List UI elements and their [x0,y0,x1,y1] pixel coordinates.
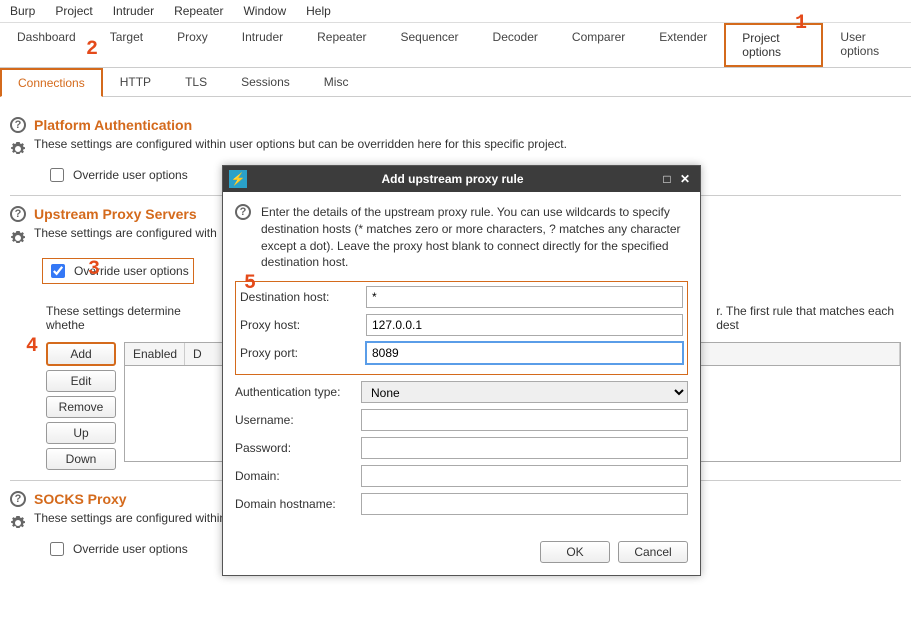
subtab-misc[interactable]: Misc [307,68,366,96]
menu-window[interactable]: Window [243,4,286,18]
callout-1: 1 [795,12,807,35]
label-proxy-port: Proxy port: [240,346,358,360]
tab-user-options[interactable]: User options [823,23,911,67]
label-password: Password: [235,441,353,455]
gear-icon[interactable] [10,515,26,531]
gear-icon[interactable] [10,141,26,157]
sub-tabbar: Connections HTTP TLS Sessions Misc [0,68,911,97]
label-domain-hostname: Domain hostname: [235,497,353,511]
up-button[interactable]: Up [46,422,116,444]
tab-intruder[interactable]: Intruder [225,23,300,67]
help-icon[interactable]: ? [10,117,26,133]
callout-3: 3 [88,258,100,281]
input-domain-hostname[interactable] [361,493,688,515]
input-dest-host[interactable] [366,286,683,308]
tab-comparer[interactable]: Comparer [555,23,642,67]
tab-target[interactable]: Target [93,23,160,67]
label-auth-type: Authentication type: [235,385,353,399]
section-desc-upstream: These settings are configured with [34,226,217,240]
override-label-socks: Override user options [73,542,188,556]
help-icon[interactable]: ? [235,204,251,220]
section-desc-platform-auth: These settings are configured within use… [34,137,567,151]
menu-burp[interactable]: Burp [10,4,35,18]
tab-sequencer[interactable]: Sequencer [384,23,476,67]
remove-button[interactable]: Remove [46,396,116,418]
select-auth-type[interactable]: None [361,381,688,403]
override-checkbox-platform[interactable] [50,168,64,182]
override-checkbox-upstream[interactable] [51,264,65,278]
input-username[interactable] [361,409,688,431]
close-icon[interactable]: ✕ [676,170,694,188]
gear-icon[interactable] [10,230,26,246]
subtab-http[interactable]: HTTP [103,68,168,96]
input-domain[interactable] [361,465,688,487]
help-icon[interactable]: ? [10,491,26,507]
menu-help[interactable]: Help [306,4,331,18]
subtab-sessions[interactable]: Sessions [224,68,307,96]
section-title-upstream: Upstream Proxy Servers [34,206,197,222]
maximize-icon[interactable]: □ [658,170,676,188]
app-icon: ⚡ [229,170,247,188]
down-button[interactable]: Down [46,448,116,470]
tab-extender[interactable]: Extender [642,23,724,67]
add-button[interactable]: Add [46,342,116,366]
main-tabbar: Dashboard Target Proxy Intruder Repeater… [0,23,911,68]
input-password[interactable] [361,437,688,459]
section-title-socks: SOCKS Proxy [34,491,127,507]
input-proxy-port[interactable] [366,342,683,364]
override-label-platform: Override user options [73,168,188,182]
callout-4: 4 [26,335,38,358]
edit-button[interactable]: Edit [46,370,116,392]
col-enabled[interactable]: Enabled [125,343,185,365]
determine-text: These settings determine whethe [46,304,206,332]
dialog-title: Add upstream proxy rule [247,172,658,186]
section-title-platform-auth: Platform Authentication [34,117,192,133]
menubar: Burp Project Intruder Repeater Window He… [0,0,911,23]
menu-repeater[interactable]: Repeater [174,4,223,18]
menu-project[interactable]: Project [55,4,92,18]
tab-decoder[interactable]: Decoder [476,23,555,67]
tab-project-options[interactable]: Project options [724,23,823,67]
tab-repeater[interactable]: Repeater [300,23,383,67]
tab-dashboard[interactable]: Dashboard [0,23,93,67]
input-highlight-area: Destination host: Proxy host: Proxy port… [235,281,688,375]
subtab-connections[interactable]: Connections [0,68,103,97]
override-checkbox-socks[interactable] [50,542,64,556]
ok-button[interactable]: OK [540,541,610,563]
label-username: Username: [235,413,353,427]
dialog-desc: Enter the details of the upstream proxy … [261,204,688,271]
cancel-button[interactable]: Cancel [618,541,688,563]
tab-proxy[interactable]: Proxy [160,23,225,67]
callout-5: 5 [244,272,256,295]
callout-2: 2 [86,38,98,61]
help-icon[interactable]: ? [10,206,26,222]
input-proxy-host[interactable] [366,314,683,336]
determine-tail: r. The first rule that matches each dest [716,304,901,332]
subtab-tls[interactable]: TLS [168,68,224,96]
dialog-add-upstream-proxy: ⚡ Add upstream proxy rule □ ✕ ? Enter th… [222,165,701,576]
label-proxy-host: Proxy host: [240,318,358,332]
label-dest-host: Destination host: [240,290,358,304]
menu-intruder[interactable]: Intruder [113,4,154,18]
label-domain: Domain: [235,469,353,483]
